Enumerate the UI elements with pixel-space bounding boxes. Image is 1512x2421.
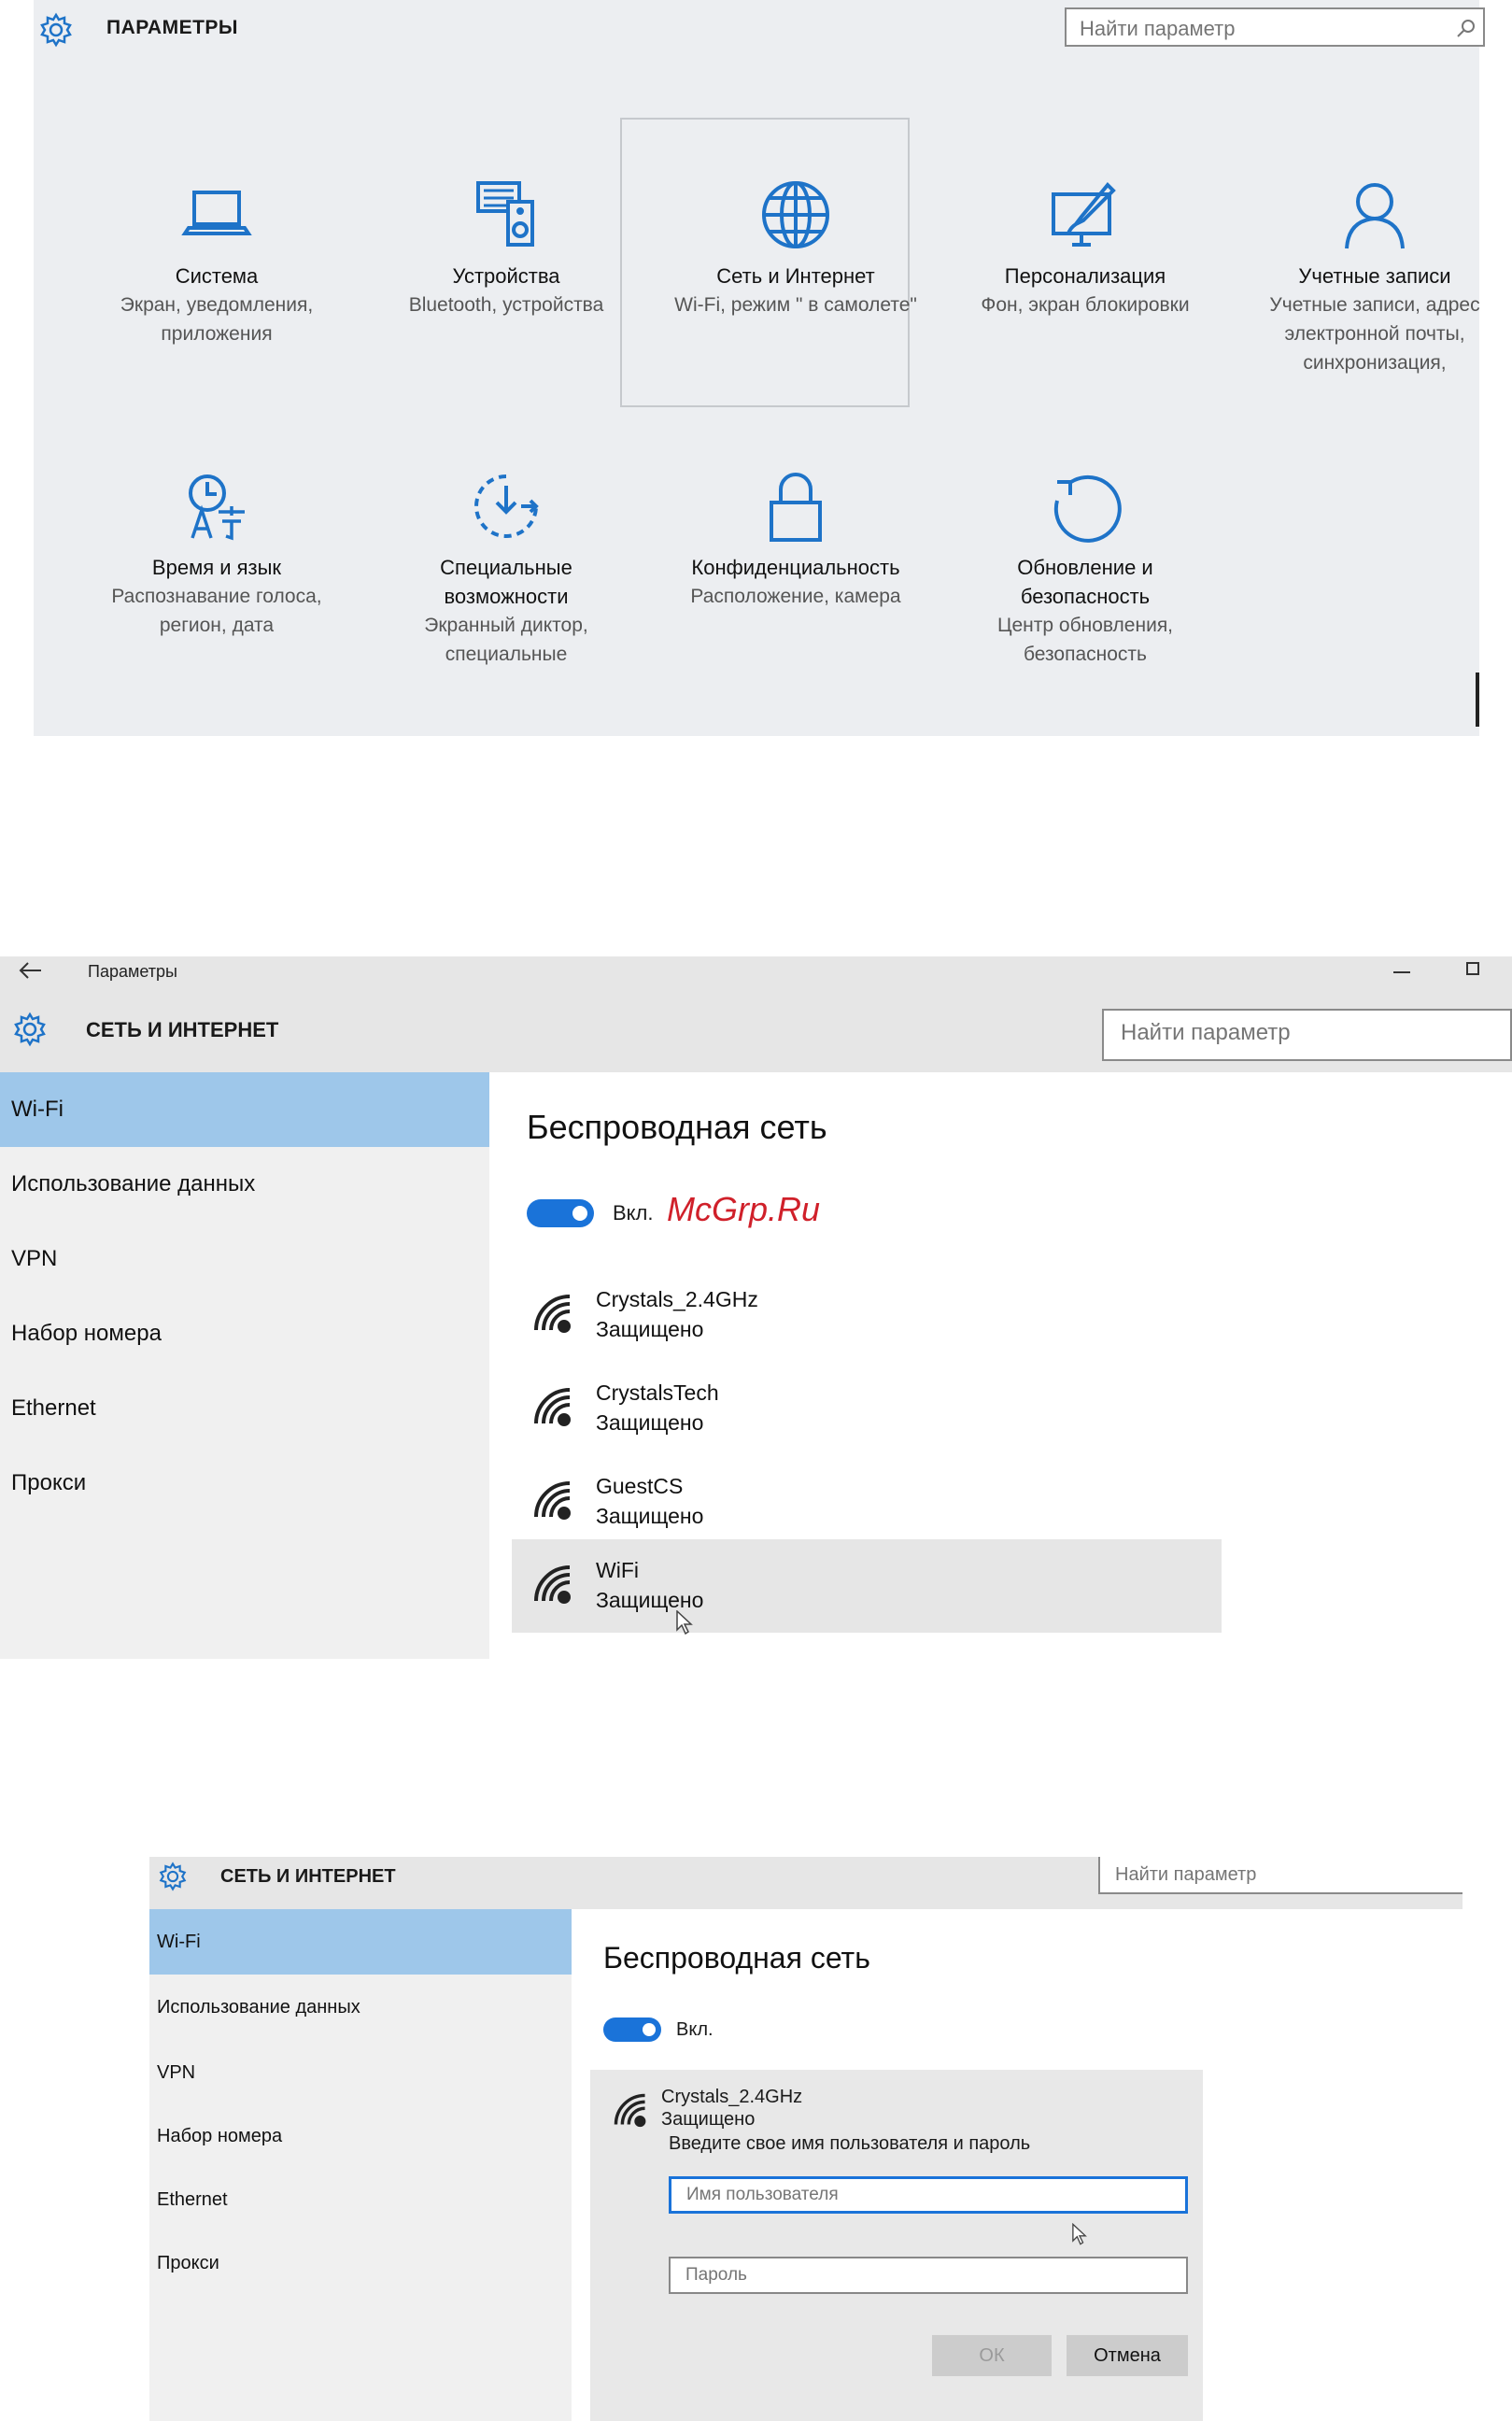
- watermark: McGrp.Ru: [667, 1190, 821, 1228]
- ok-button[interactable]: ОК: [932, 2335, 1052, 2376]
- search-input[interactable]: [1100, 1857, 1448, 1893]
- password-input[interactable]: [669, 2257, 1188, 2294]
- tile-accounts[interactable]: Учетные записи Учетные записи, адрес эле…: [1253, 177, 1496, 377]
- devices-icon: [469, 177, 544, 252]
- scrollbar-fragment: [1476, 672, 1479, 727]
- network-item[interactable]: GuestCS Защищено: [512, 1455, 1222, 1549]
- globe-icon: [758, 177, 833, 252]
- window-title: Параметры: [88, 962, 177, 981]
- tile-accessibility[interactable]: Специальные возможности Экранный диктор,…: [385, 469, 628, 669]
- sidebar-item-wifi[interactable]: Wi-Fi: [0, 1072, 489, 1147]
- page-title: ПАРАМЕТРЫ: [106, 17, 238, 38]
- wifi-toggle[interactable]: [603, 2018, 661, 2042]
- network-item[interactable]: Crystals_2.4GHz Защищено: [512, 1268, 1222, 1362]
- time-language-icon: [179, 469, 254, 544]
- tile-network[interactable]: Сеть и Интернет Wi-Fi, режим " в самолет…: [674, 177, 917, 319]
- wifi-signal-icon: [530, 1386, 575, 1427]
- toggle-knob: [643, 2023, 656, 2036]
- wifi-toggle[interactable]: [527, 1199, 594, 1227]
- laptop-icon: [179, 177, 254, 252]
- network-name: Crystals_2.4GHz: [661, 2087, 803, 2107]
- sidebar-item-dialup[interactable]: Набор номера: [0, 1296, 489, 1371]
- sidebar-item-data-usage[interactable]: Использование данных: [149, 1975, 572, 2040]
- network-item[interactable]: CrystalsTech Защищено: [512, 1362, 1222, 1455]
- toggle-label: Вкл.: [613, 1201, 654, 1225]
- paint-icon: [1048, 177, 1123, 252]
- username-input[interactable]: [669, 2176, 1188, 2214]
- section-heading: Беспроводная сеть: [603, 1941, 870, 1975]
- maximize-button[interactable]: [1466, 962, 1479, 975]
- tile-time-language[interactable]: Время и язык Распознавание голоса, регио…: [95, 469, 338, 640]
- mouse-cursor-icon: [1072, 2223, 1087, 2245]
- tile-update-security[interactable]: Обновление и безопасность Центр обновлен…: [964, 469, 1207, 669]
- update-icon: [1048, 469, 1123, 544]
- network-status: Защищено: [661, 2109, 756, 2130]
- minimize-button[interactable]: [1393, 971, 1410, 973]
- sidebar-item-vpn[interactable]: VPN: [0, 1222, 489, 1296]
- settings-home-panel: ПАРАМЕТРЫ Система Экран, уведомления, пр…: [34, 0, 1485, 736]
- search-box[interactable]: [1102, 1009, 1512, 1061]
- section-title: СЕТЬ И ИНТЕРНЕТ: [220, 1866, 396, 1887]
- wifi-signal-icon: [530, 1293, 575, 1334]
- sidebar-item-vpn[interactable]: VPN: [149, 2040, 572, 2105]
- network-item-hovered[interactable]: WiFi Защищено: [512, 1539, 1222, 1633]
- section-heading: Беспроводная сеть: [527, 1108, 827, 1146]
- gear-icon: [157, 1861, 189, 1892]
- sidebar-item-dialup[interactable]: Набор номера: [149, 2103, 572, 2169]
- network-settings-panel: Параметры СЕТЬ И ИНТЕРНЕТ Wi-Fi Использо…: [0, 956, 1512, 1659]
- gear-icon: [37, 11, 75, 49]
- toggle-knob: [572, 1206, 587, 1221]
- cancel-button[interactable]: Отмена: [1067, 2335, 1188, 2376]
- person-icon: [1337, 177, 1412, 252]
- wifi-signal-icon: [530, 1480, 575, 1521]
- search-input[interactable]: [1067, 9, 1448, 49]
- search-box[interactable]: [1065, 7, 1485, 49]
- network-credentials-card: Crystals_2.4GHz Защищено Введите свое им…: [590, 2070, 1203, 2421]
- tile-system[interactable]: Система Экран, уведомления, приложения: [95, 177, 338, 348]
- sidebar-item-ethernet[interactable]: Ethernet: [0, 1371, 489, 1446]
- mouse-cursor-icon: [676, 1610, 693, 1635]
- sidebar-item-proxy[interactable]: Прокси: [149, 2230, 572, 2296]
- section-title: СЕТЬ И ИНТЕРНЕТ: [86, 1018, 279, 1041]
- sidebar-item-data-usage[interactable]: Использование данных: [0, 1147, 489, 1222]
- lock-icon: [758, 469, 833, 544]
- accessibility-icon: [469, 469, 544, 544]
- sidebar-item-ethernet[interactable]: Ethernet: [149, 2167, 572, 2232]
- back-arrow-icon[interactable]: [17, 960, 43, 981]
- tile-privacy[interactable]: Конфиденциальность Расположение, камера: [674, 469, 917, 611]
- search-icon[interactable]: [1455, 17, 1477, 39]
- wifi-signal-icon: [530, 1564, 575, 1605]
- toggle-label: Вкл.: [676, 2019, 714, 2040]
- sidebar-item-proxy[interactable]: Прокси: [0, 1446, 489, 1521]
- tile-personalization[interactable]: Персонализация Фон, экран блокировки: [964, 177, 1207, 319]
- tile-devices[interactable]: Устройства Bluetooth, устройства: [385, 177, 628, 319]
- credentials-prompt: Введите свое имя пользователя и пароль: [669, 2133, 1031, 2154]
- gear-icon: [11, 1011, 49, 1048]
- search-box[interactable]: [1098, 1857, 1463, 1894]
- wifi-signal-icon: [611, 2092, 650, 2128]
- search-input[interactable]: [1104, 1011, 1511, 1055]
- sidebar-item-wifi[interactable]: Wi-Fi: [149, 1909, 572, 1975]
